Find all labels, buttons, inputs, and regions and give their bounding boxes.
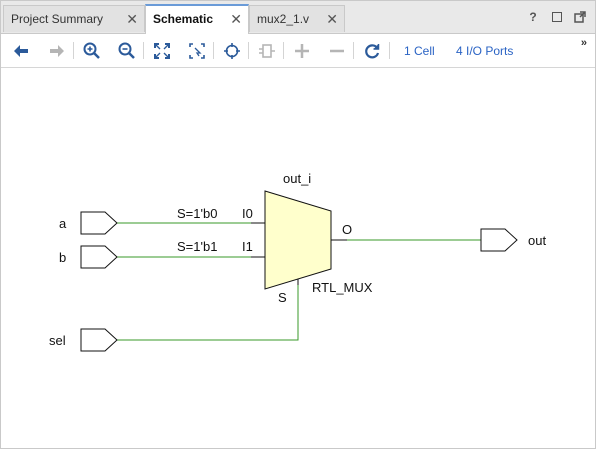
pin-label-o: O <box>342 222 352 237</box>
input-port-b[interactable] <box>80 245 118 269</box>
port-label-sel: sel <box>49 333 66 348</box>
port-label-out: out <box>528 233 546 248</box>
net-label-b: S=1'b1 <box>177 239 217 254</box>
cell-type-label: RTL_MUX <box>312 280 373 295</box>
pin-label-i0: I0 <box>242 206 253 221</box>
schematic-diagram: a b sel out S=1'b0 S=1'b1 I0 I1 O S out_… <box>49 171 546 352</box>
port-label-a: a <box>59 216 67 231</box>
schematic-window: Project Summary ✕ Schematic ✕ mux2_1.v ✕… <box>0 0 596 449</box>
instance-name: out_i <box>283 171 311 186</box>
net-label-a: S=1'b0 <box>177 206 217 221</box>
pin-label-s: S <box>278 290 287 305</box>
input-port-sel[interactable] <box>80 328 118 352</box>
input-port-a[interactable] <box>80 211 118 235</box>
schematic-canvas[interactable]: a b sel out S=1'b0 S=1'b1 I0 I1 O S out_… <box>1 68 595 448</box>
net-sel[interactable] <box>117 285 299 341</box>
output-port-out[interactable] <box>480 228 518 252</box>
pin-label-i1: I1 <box>242 239 253 254</box>
port-label-b: b <box>59 250 66 265</box>
mux-cell[interactable] <box>264 190 332 290</box>
